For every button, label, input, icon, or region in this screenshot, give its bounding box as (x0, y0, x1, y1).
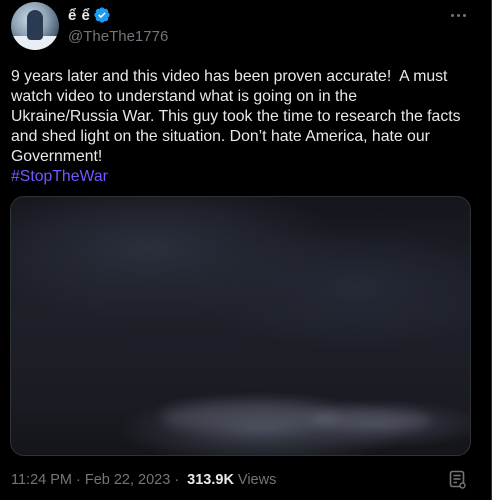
author-handle[interactable]: @TheThe1776 (68, 28, 168, 45)
avatar-figure (27, 10, 43, 40)
views-count: 313.9K (187, 472, 234, 488)
views-label: Views (237, 472, 277, 488)
video-media[interactable] (10, 196, 471, 456)
video-frame-cloud (311, 409, 431, 431)
hashtag-link[interactable]: #StopTheWar (11, 168, 108, 185)
analytics-icon[interactable] (449, 470, 467, 490)
verified-badge-icon[interactable] (93, 6, 111, 24)
more-options-icon[interactable] (447, 6, 469, 24)
more-dot (456, 13, 460, 17)
tweet-card: ể ể @TheThe1776 9 years later and this v… (0, 0, 492, 500)
avatar[interactable] (11, 2, 59, 50)
meta-separator: · (174, 472, 180, 488)
more-dot (462, 13, 466, 17)
tweet-time[interactable]: 11:24 PM (11, 472, 72, 488)
author-display-name[interactable]: ể ể (68, 7, 90, 24)
more-dot (450, 13, 454, 17)
author-name-row: ể ể (68, 5, 111, 25)
tweet-text: 9 years later and this video has been pr… (11, 67, 463, 187)
meta-separator: · (76, 472, 81, 488)
tweet-meta: 11:24 PM · Feb 22, 2023 · 313.9K Views (11, 472, 276, 488)
tweet-body: 9 years later and this video has been pr… (11, 68, 465, 165)
tweet-date[interactable]: Feb 22, 2023 (85, 472, 170, 488)
